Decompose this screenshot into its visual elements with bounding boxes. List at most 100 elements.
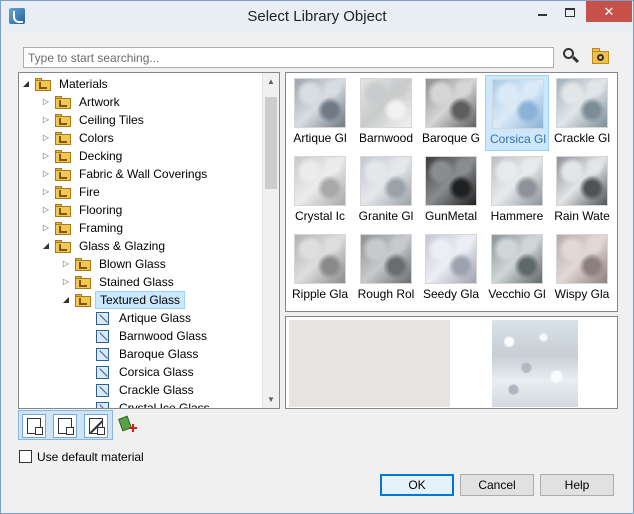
tree-item[interactable]: ▷ Colors — [19, 129, 263, 147]
tree-item[interactable]: ▷ Stained Glass — [19, 273, 263, 291]
tree-item[interactable]: ▷ Blown Glass — [19, 255, 263, 273]
material-thumbnail-label: Rain Wate — [554, 209, 610, 223]
scroll-down-button[interactable]: ▼ — [263, 391, 279, 408]
tree-item[interactable]: ◢ Materials — [19, 75, 263, 93]
material-thumbnail[interactable]: Rain Wate — [550, 153, 614, 229]
search-button[interactable] — [561, 46, 581, 68]
minimize-button[interactable] — [529, 1, 555, 22]
material-thumbnail[interactable]: Granite Gl — [354, 153, 418, 229]
tree-item[interactable]: ◢ Glass & Glazing — [19, 237, 263, 255]
material-thumbnail-label: Hammere — [490, 209, 544, 223]
material-thumbnail[interactable]: GunMetal — [419, 153, 483, 229]
material-texture — [556, 234, 608, 284]
view-mode-button-1[interactable] — [22, 414, 46, 438]
collapsed-arrow-icon[interactable]: ▷ — [41, 201, 51, 219]
material-thumbnail[interactable]: Corsica Gl — [485, 75, 549, 151]
material-thumbnail-label: GunMetal — [424, 209, 478, 223]
checkbox-icon — [35, 427, 43, 435]
collapsed-arrow-icon[interactable]: ▷ — [41, 219, 51, 237]
collapsed-arrow-icon[interactable]: ▷ — [41, 165, 51, 183]
close-button[interactable]: ✕ — [586, 1, 632, 22]
plus-icon — [129, 424, 137, 432]
scroll-thumb[interactable] — [265, 97, 277, 189]
library-tree[interactable]: ◢ Materials ▷ Artwork ▷ Ceiling Tiles ▷ Colors ▷… — [18, 72, 280, 409]
view-mode-button-2[interactable] — [53, 414, 77, 438]
tree-item-label: Corsica Glass — [119, 365, 194, 379]
material-thumbnail[interactable]: Hammere — [485, 153, 549, 229]
tree-item[interactable]: ▷ Framing — [19, 219, 263, 237]
collapsed-arrow-icon[interactable]: ▷ — [61, 273, 71, 291]
material-thumbnail[interactable]: Seedy Gla — [419, 231, 483, 307]
folder-icon — [55, 222, 71, 235]
folder-icon — [55, 132, 71, 145]
material-thumbnail-label: Vecchio Gl — [488, 287, 546, 301]
collapsed-arrow-icon[interactable]: ▷ — [41, 129, 51, 147]
tree-item[interactable]: ▷ Fabric & Wall Coverings — [19, 165, 263, 183]
material-thumbnail[interactable]: Baroque G — [419, 75, 483, 151]
expanded-arrow-icon[interactable]: ◢ — [61, 291, 71, 309]
collapsed-arrow-icon[interactable]: ▷ — [41, 147, 51, 165]
material-icon — [96, 348, 109, 361]
material-thumbnail[interactable]: Artique Gl — [288, 75, 352, 151]
material-texture — [294, 78, 346, 128]
search-input[interactable]: Type to start searching... — [23, 47, 554, 68]
folder-icon — [55, 150, 71, 163]
use-default-material-checkbox[interactable] — [19, 450, 32, 463]
material-thumbnail[interactable]: Barnwood — [354, 75, 418, 151]
folder-icon — [35, 78, 51, 91]
tree-item-label: Crackle Glass — [119, 383, 194, 397]
collapsed-arrow-icon[interactable]: ▷ — [61, 255, 71, 273]
scroll-up-button[interactable]: ▲ — [263, 73, 279, 90]
tree-item[interactable]: ▷ Decking — [19, 147, 263, 165]
tree-item-label: Textured Glass — [95, 291, 186, 309]
material-texture — [491, 156, 543, 206]
material-thumbnail[interactable]: Crackle Gl — [550, 75, 614, 151]
material-texture — [360, 234, 412, 284]
use-default-material-label: Use default material — [37, 450, 144, 464]
collapsed-arrow-icon[interactable]: ▷ — [41, 111, 51, 129]
color-swatch — [289, 320, 450, 407]
folder-icon — [55, 186, 71, 199]
folder-icon — [55, 204, 71, 217]
expanded-arrow-icon[interactable]: ◢ — [21, 75, 31, 93]
tree-item[interactable]: ▷ Flooring — [19, 201, 263, 219]
tree-scrollbar[interactable]: ▲ ▼ — [262, 73, 279, 408]
collapsed-arrow-icon[interactable]: ▷ — [41, 183, 51, 201]
maximize-button[interactable] — [557, 1, 583, 22]
material-thumbnail-label: Artique Gl — [293, 131, 347, 145]
material-thumbnail[interactable]: Vecchio Gl — [485, 231, 549, 307]
folder-search-button[interactable] — [591, 47, 611, 67]
ok-button[interactable]: OK — [380, 474, 454, 496]
tree-item-label: Fabric & Wall Coverings — [79, 167, 208, 181]
material-thumbnail[interactable]: Crystal Ic — [288, 153, 352, 229]
preview-panel — [285, 316, 618, 409]
cancel-button[interactable]: Cancel — [460, 474, 534, 496]
folder-icon — [55, 114, 71, 127]
tree-item[interactable]: Barnwood Glass — [19, 327, 263, 345]
tree-item[interactable]: ▷ Ceiling Tiles — [19, 111, 263, 129]
help-button[interactable]: Help — [540, 474, 614, 496]
folder-icon — [75, 258, 91, 271]
tree-item-label: Blown Glass — [99, 257, 166, 271]
tree-item[interactable]: ▷ Artwork — [19, 93, 263, 111]
view-mode-button-3[interactable] — [84, 414, 108, 438]
material-thumbnail[interactable]: Wispy Gla — [550, 231, 614, 307]
tree-item-label: Crystal Ice Glass — [119, 401, 210, 409]
tree-item[interactable]: ◢ Textured Glass — [19, 291, 263, 309]
collapsed-arrow-icon[interactable]: ▷ — [41, 93, 51, 111]
material-thumbnail-label: Granite Gl — [358, 209, 414, 223]
tree-item[interactable]: Corsica Glass — [19, 363, 263, 381]
tree-item-label: Artwork — [79, 95, 120, 109]
tree-item[interactable]: ▷ Fire — [19, 183, 263, 201]
tree-item[interactable]: Artique Glass — [19, 309, 263, 327]
expanded-arrow-icon[interactable]: ◢ — [41, 237, 51, 255]
material-texture — [360, 78, 412, 128]
add-material-button[interactable] — [118, 415, 138, 435]
material-thumbnail[interactable]: Rough Rol — [354, 231, 418, 307]
tree-item[interactable]: Crackle Glass — [19, 381, 263, 399]
tree-item[interactable]: Crystal Ice Glass — [19, 399, 263, 409]
title-bar[interactable]: Select Library Object ✕ — [1, 1, 633, 31]
tree-item[interactable]: Baroque Glass — [19, 345, 263, 363]
material-thumbnail[interactable]: Ripple Gla — [288, 231, 352, 307]
texture-preview — [492, 320, 578, 407]
